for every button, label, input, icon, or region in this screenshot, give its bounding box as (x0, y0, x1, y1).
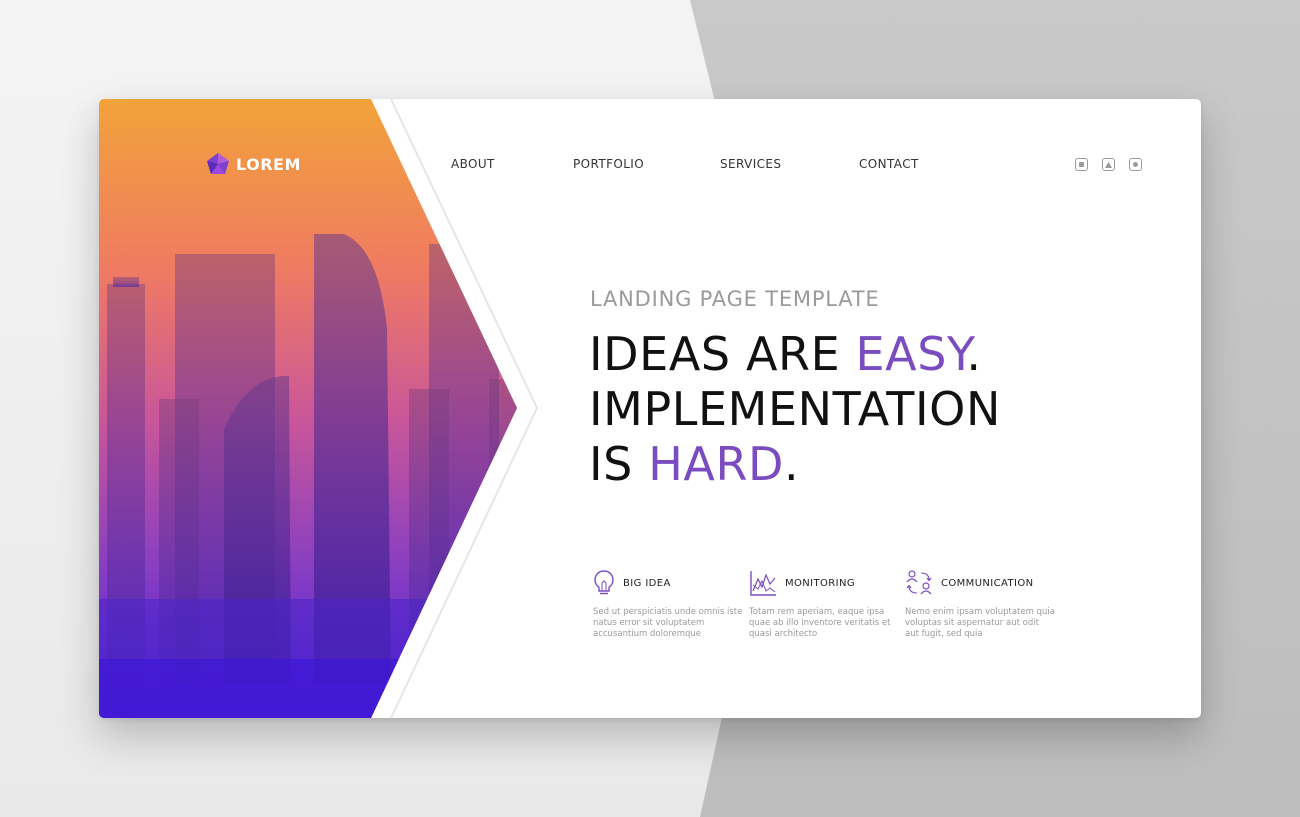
city-skyline-illustration (99, 234, 517, 718)
headline-line-2: IMPLEMENTATION (589, 382, 1001, 436)
landing-page-card: LOREM ABOUT PORTFOLIO SERVICES CONTACT L… (99, 99, 1201, 718)
headline-text: IS (589, 437, 649, 491)
headline-accent-easy: EASY (855, 327, 967, 381)
hero-kicker: LANDING PAGE TEMPLATE (590, 287, 880, 311)
nav-contact[interactable]: CONTACT (859, 157, 919, 171)
nav-portfolio[interactable]: PORTFOLIO (573, 157, 644, 171)
feature-big-idea: BIG IDEA Sed ut perspiciatis unde omnis … (593, 568, 743, 640)
feature-monitoring: MONITORING Totam rem aperiam, eaque ipsa… (749, 568, 899, 640)
hero-headline: IDEAS ARE EASY. IMPLEMENTATION IS HARD. (589, 327, 1001, 492)
feature-description: Nemo enim ipsam voluptatem quia voluptas… (905, 607, 1055, 639)
lightbulb-icon (594, 570, 614, 595)
feature-title: BIG IDEA (623, 577, 671, 589)
feature-description: Totam rem aperiam, eaque ipsa quae ab il… (749, 607, 891, 639)
feature-description: Sed ut perspiciatis unde omnis iste natu… (593, 607, 743, 639)
headline-period: . (784, 437, 800, 491)
people-exchange-icon (906, 570, 932, 595)
feature-title: COMMUNICATION (941, 577, 1034, 589)
feature-communication: COMMUNICATION Nemo enim ipsam voluptatem… (905, 568, 1055, 640)
headline-text: IDEAS ARE (589, 327, 856, 381)
triangle-icon[interactable] (1102, 158, 1115, 171)
square-icon[interactable] (1075, 158, 1088, 171)
headline-line-3: IS HARD. (589, 437, 1001, 492)
pentagon-logo-icon (207, 153, 229, 174)
headline-accent-hard: HARD (648, 437, 785, 491)
chart-icon (750, 571, 776, 596)
nav-about[interactable]: ABOUT (451, 157, 495, 171)
hero-image (99, 99, 517, 718)
brand-logo[interactable]: LOREM (206, 152, 301, 176)
headline-period: . (966, 327, 982, 381)
nav-services[interactable]: SERVICES (720, 157, 781, 171)
headline-line-1: IDEAS ARE EASY. (589, 327, 1001, 382)
window-controls (1075, 158, 1142, 171)
feature-title: MONITORING (785, 577, 856, 589)
circle-icon[interactable] (1129, 158, 1142, 171)
logo-text: LOREM (236, 154, 301, 174)
